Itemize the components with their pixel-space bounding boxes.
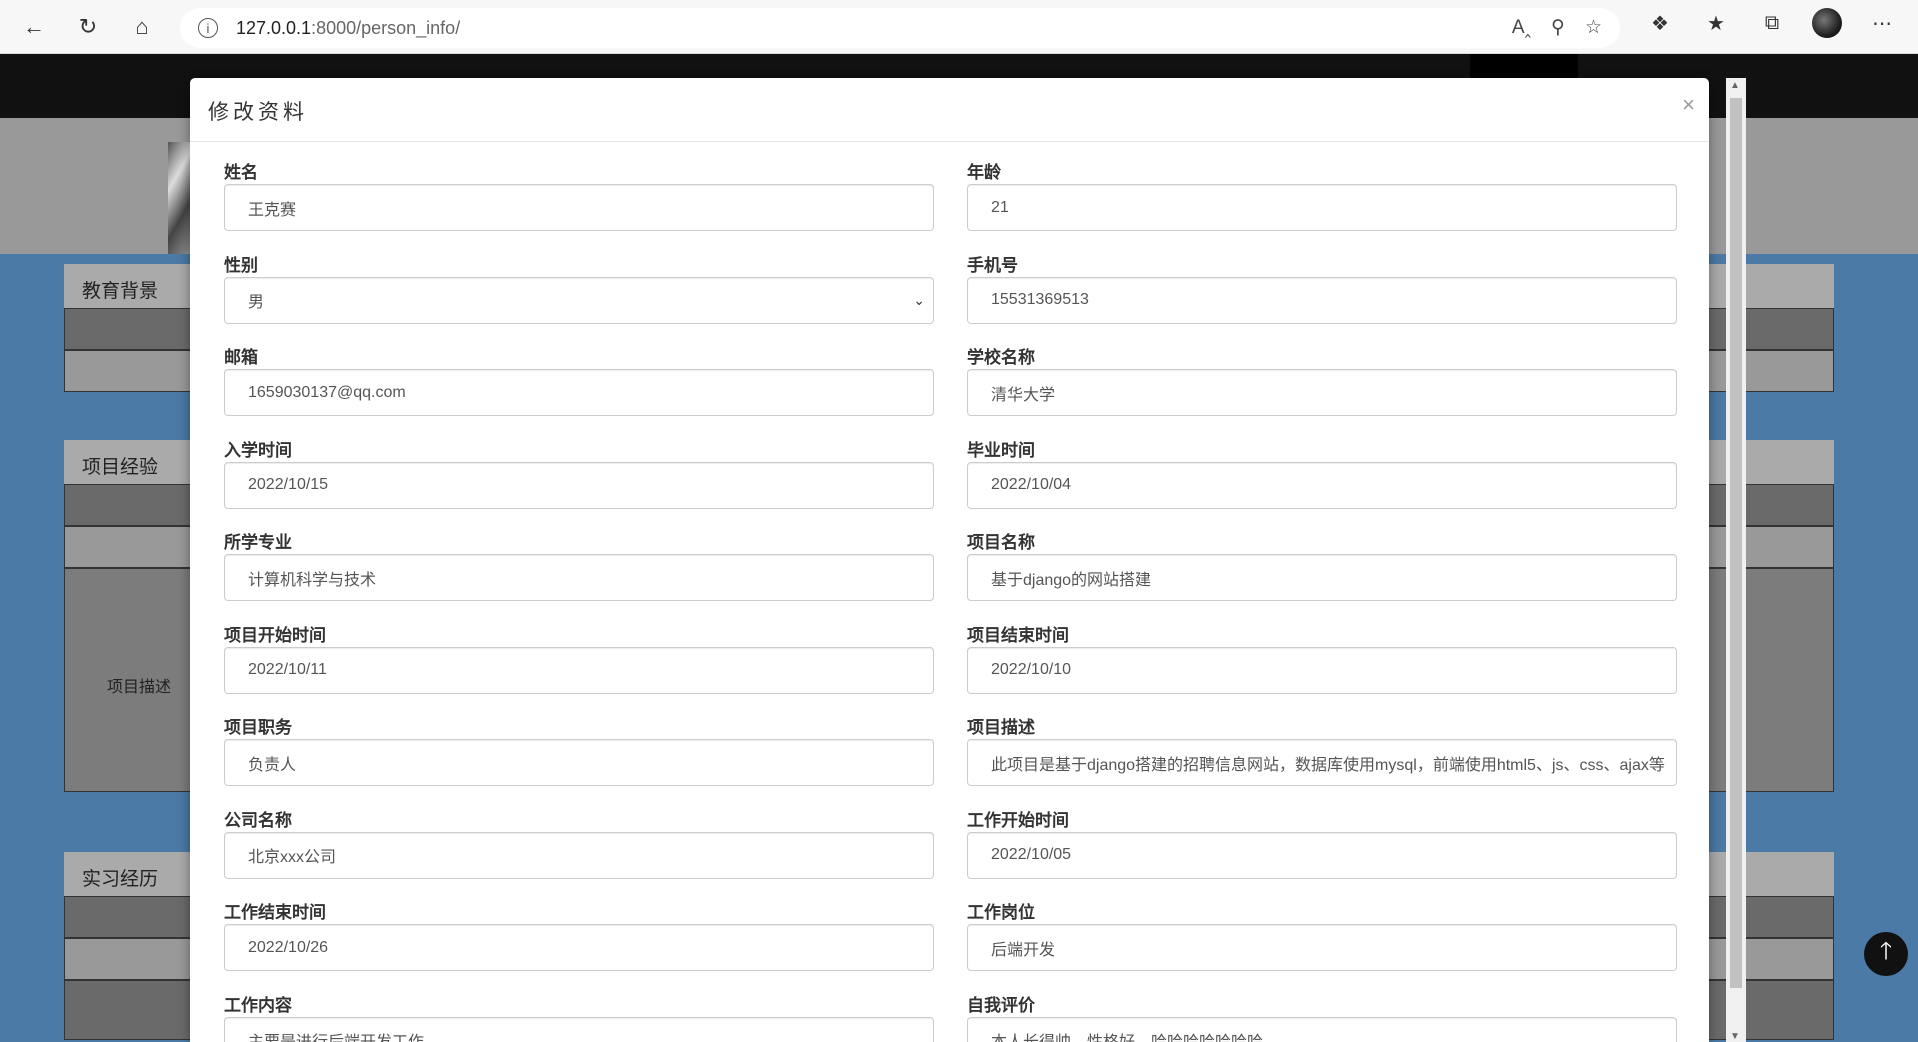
field-label: 性别	[224, 255, 258, 275]
scrollbar-thumb[interactable]	[1730, 98, 1742, 988]
url-path: :8000/person_info/	[311, 17, 461, 38]
scroll-down-icon[interactable]: ▼	[1730, 1031, 1740, 1042]
field-label: 工作开始时间	[967, 810, 1069, 830]
field-label: 手机号	[967, 255, 1018, 275]
field-company: 公司名称 北京xxx公司	[224, 806, 934, 899]
favorites-icon[interactable]: ★	[1700, 11, 1732, 36]
close-icon[interactable]: ×	[1682, 92, 1695, 118]
browser-toolbar: ← ↻ ⌂ i 127.0.0.1:8000/person_info/ A‸ ⚲…	[0, 0, 1918, 54]
work-end-input[interactable]: 2022/10/26	[224, 924, 934, 971]
scroll-up-icon[interactable]: ▲	[1730, 80, 1740, 91]
field-label: 毕业时间	[967, 440, 1035, 460]
field-school: 学校名称 清华大学	[967, 343, 1677, 436]
school-input[interactable]: 清华大学	[967, 369, 1677, 416]
collections-icon[interactable]: ⧉	[1756, 12, 1788, 35]
project-end-input[interactable]: 2022/10/10	[967, 646, 1677, 694]
field-project-role: 项目职务 负责人	[224, 713, 934, 806]
field-label: 项目开始时间	[224, 625, 326, 645]
field-label: 工作内容	[224, 995, 292, 1015]
field-label: 项目结束时间	[967, 625, 1069, 645]
back-icon[interactable]: ←	[14, 7, 54, 47]
field-label: 自我评价	[967, 995, 1035, 1015]
field-label: 项目职务	[224, 718, 292, 737]
modal-header: 修改资料 ×	[190, 78, 1709, 142]
site-info-icon[interactable]: i	[198, 18, 218, 38]
field-enroll-date: 入学时间 2022/10/15	[224, 436, 934, 529]
name-input[interactable]: 王克赛	[224, 184, 934, 231]
major-input[interactable]: 计算机科学与技术	[224, 554, 934, 601]
email-input[interactable]: 1659030137@qq.com	[224, 369, 934, 416]
field-gender: 性别 男 ⌄	[224, 251, 934, 344]
project-desc-input[interactable]: 此项目是基于django搭建的招聘信息网站，数据库使用mysql，前端使用htm…	[967, 739, 1677, 786]
field-label: 工作结束时间	[224, 903, 326, 922]
self-eval-input[interactable]: 本人长得帅，性格好，哈哈哈哈哈哈哈	[967, 1016, 1677, 1042]
scroll-to-top-button[interactable]: 🡑	[1864, 932, 1908, 976]
field-project-start: 项目开始时间 2022/10/11	[224, 621, 934, 714]
field-name: 姓名 王克赛	[224, 158, 934, 251]
field-label: 邮箱	[224, 348, 258, 367]
address-bar[interactable]: i 127.0.0.1:8000/person_info/ A‸ ⚲ ☆	[180, 8, 1620, 48]
field-job-title: 工作岗位 后端开发	[967, 898, 1677, 991]
company-input[interactable]: 北京xxx公司	[224, 831, 934, 879]
field-work-start: 工作开始时间 2022/10/05	[967, 806, 1677, 899]
profile-form: 姓名 王克赛 年龄 21 性别 男 ⌄ 手机号 15531369513 邮箱 1…	[190, 142, 1709, 1042]
project-role-input[interactable]: 负责人	[224, 739, 934, 786]
field-email: 邮箱 1659030137@qq.com	[224, 343, 934, 436]
field-major: 所学专业 计算机科学与技术	[224, 528, 934, 621]
refresh-icon[interactable]: ↻	[68, 7, 108, 47]
field-graduate-date: 毕业时间 2022/10/04	[967, 436, 1677, 529]
field-label: 学校名称	[967, 348, 1035, 367]
age-input[interactable]: 21	[967, 184, 1677, 231]
home-icon[interactable]: ⌂	[122, 7, 162, 47]
phone-input[interactable]: 15531369513	[967, 276, 1677, 324]
url-host: 127.0.0.1	[236, 17, 312, 38]
field-work-content: 工作内容 主要是进行后端开发工作	[224, 991, 934, 1042]
graduate-date-input[interactable]: 2022/10/04	[967, 461, 1677, 509]
add-favorite-icon[interactable]: ☆	[1585, 16, 1602, 39]
field-self-eval: 自我评价 本人长得帅，性格好，哈哈哈哈哈哈哈	[967, 991, 1677, 1042]
project-desc-label: 项目描述	[107, 679, 172, 696]
work-content-input[interactable]: 主要是进行后端开发工作	[224, 1016, 934, 1042]
gender-select[interactable]: 男 ⌄	[224, 276, 934, 324]
field-label: 工作岗位	[967, 903, 1035, 922]
work-start-input[interactable]: 2022/10/05	[967, 831, 1677, 879]
field-label: 所学专业	[224, 533, 292, 552]
gender-selected-value: 男	[248, 294, 265, 311]
modal-title: 修改资料	[208, 101, 308, 124]
chevron-down-icon: ⌄	[913, 291, 925, 308]
extensions-icon[interactable]: ❖	[1644, 11, 1676, 36]
project-start-input[interactable]: 2022/10/11	[224, 646, 934, 694]
enroll-date-input[interactable]: 2022/10/15	[224, 461, 934, 509]
field-label: 年龄	[967, 163, 1001, 182]
field-label: 公司名称	[224, 810, 292, 830]
field-project-name: 项目名称 基于django的网站搭建	[967, 528, 1677, 621]
edit-profile-modal: 修改资料 × 姓名 王克赛 年龄 21 性别 男 ⌄ 手机号 155313695…	[190, 78, 1709, 1042]
field-label: 项目描述	[967, 718, 1035, 737]
zoom-out-icon[interactable]: ⚲	[1551, 16, 1565, 39]
field-phone: 手机号 15531369513	[967, 251, 1677, 344]
field-label: 入学时间	[224, 440, 292, 460]
read-aloud-icon[interactable]: A‸	[1512, 16, 1531, 39]
field-project-desc: 项目描述 此项目是基于django搭建的招聘信息网站，数据库使用mysql，前端…	[967, 713, 1677, 806]
field-age: 年龄 21	[967, 158, 1677, 251]
field-label: 姓名	[224, 163, 258, 182]
project-name-input[interactable]: 基于django的网站搭建	[967, 554, 1677, 601]
avatar[interactable]	[1812, 8, 1842, 38]
field-project-end: 项目结束时间 2022/10/10	[967, 621, 1677, 714]
field-label: 项目名称	[967, 533, 1035, 552]
modal-scrollbar[interactable]: ▲ ▼	[1726, 78, 1746, 1042]
field-work-end: 工作结束时间 2022/10/26	[224, 898, 934, 991]
more-icon[interactable]: ⋯	[1866, 11, 1898, 36]
job-title-input[interactable]: 后端开发	[967, 924, 1677, 971]
